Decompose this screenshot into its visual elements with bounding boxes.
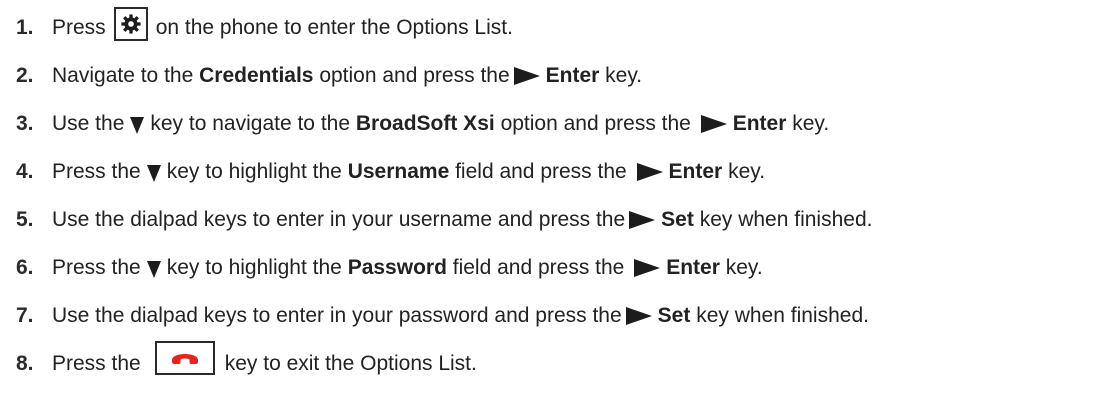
arrow-right-icon — [513, 67, 540, 85]
key-name: Set — [661, 208, 694, 231]
arrow-right-icon — [700, 115, 727, 133]
step-text: key. — [605, 64, 643, 87]
step-1: 1. Press on the phone to enter the Optio… — [0, 7, 513, 48]
step-text: Navigate to the — [52, 64, 194, 87]
key-name: Set — [657, 304, 691, 327]
step-text: key. — [792, 112, 830, 135]
arrow-down-icon — [130, 116, 145, 134]
step-text: Use the dialpad keys to enter in your us… — [52, 208, 626, 231]
step-text: key to navigate to the — [150, 112, 351, 135]
step-number: 2. — [16, 64, 34, 87]
step-number: 6. — [16, 256, 34, 279]
step-number: 3. — [16, 112, 34, 135]
step-text: Press the — [52, 160, 141, 183]
step-text: Press the — [52, 352, 141, 375]
step-5: 5. Use the dialpad keys to enter in your… — [0, 200, 872, 240]
step-text: on the phone to enter the Options List. — [155, 16, 513, 39]
step-text: key to exit the Options List. — [224, 352, 477, 375]
step-text: Press — [52, 16, 106, 39]
option-name: Credentials — [199, 64, 314, 87]
key-name: Enter — [732, 112, 787, 135]
option-name: BroadSoft Xsi — [355, 112, 495, 135]
step-2: 2. Navigate to the Credentials option an… — [0, 56, 642, 96]
step-text: key. — [725, 256, 763, 279]
arrow-right-icon — [629, 211, 656, 229]
step-text: option and press the — [319, 64, 510, 87]
step-number: 8. — [16, 352, 34, 375]
arrow-right-icon — [636, 163, 663, 181]
arrow-down-icon — [146, 260, 161, 278]
step-text: key when finished. — [699, 208, 873, 231]
step-text: key when finished. — [696, 304, 869, 327]
arrow-right-icon — [625, 307, 652, 325]
step-number: 4. — [16, 160, 34, 183]
step-text: Use the — [52, 112, 125, 135]
end-call-icon — [154, 341, 215, 375]
step-text: field and press the — [452, 256, 625, 279]
field-name: Username — [347, 160, 450, 183]
step-text: option and press the — [500, 112, 691, 135]
step-number: 5. — [16, 208, 34, 231]
key-name: Enter — [668, 160, 723, 183]
arrow-down-icon — [146, 164, 161, 182]
key-name: Enter — [666, 256, 720, 279]
step-6: 6. Press the key to highlight the Passwo… — [0, 248, 763, 288]
arrow-right-icon — [634, 259, 661, 277]
step-text: Press the — [52, 256, 141, 279]
step-text: key to highlight the — [166, 256, 342, 279]
step-number: 1. — [16, 16, 34, 39]
step-text: field and press the — [455, 160, 627, 183]
key-name: Enter — [545, 64, 600, 87]
gear-icon — [113, 7, 148, 41]
step-text: key. — [728, 160, 766, 183]
step-7: 7. Use the dialpad keys to enter in your… — [0, 296, 869, 336]
step-8: 8. Press the key to exit the Options Lis… — [0, 341, 477, 384]
field-name: Password — [347, 256, 447, 279]
instruction-steps: 1. Press on the phone to enter the Optio… — [0, 0, 1113, 396]
step-text: Use the dialpad keys to enter in your pa… — [52, 304, 622, 327]
step-3: 3. Use the key to navigate to the BroadS… — [0, 104, 829, 144]
step-number: 7. — [16, 304, 34, 327]
step-4: 4. Press the key to highlight the Userna… — [0, 152, 765, 192]
step-text: key to highlight the — [166, 160, 342, 183]
